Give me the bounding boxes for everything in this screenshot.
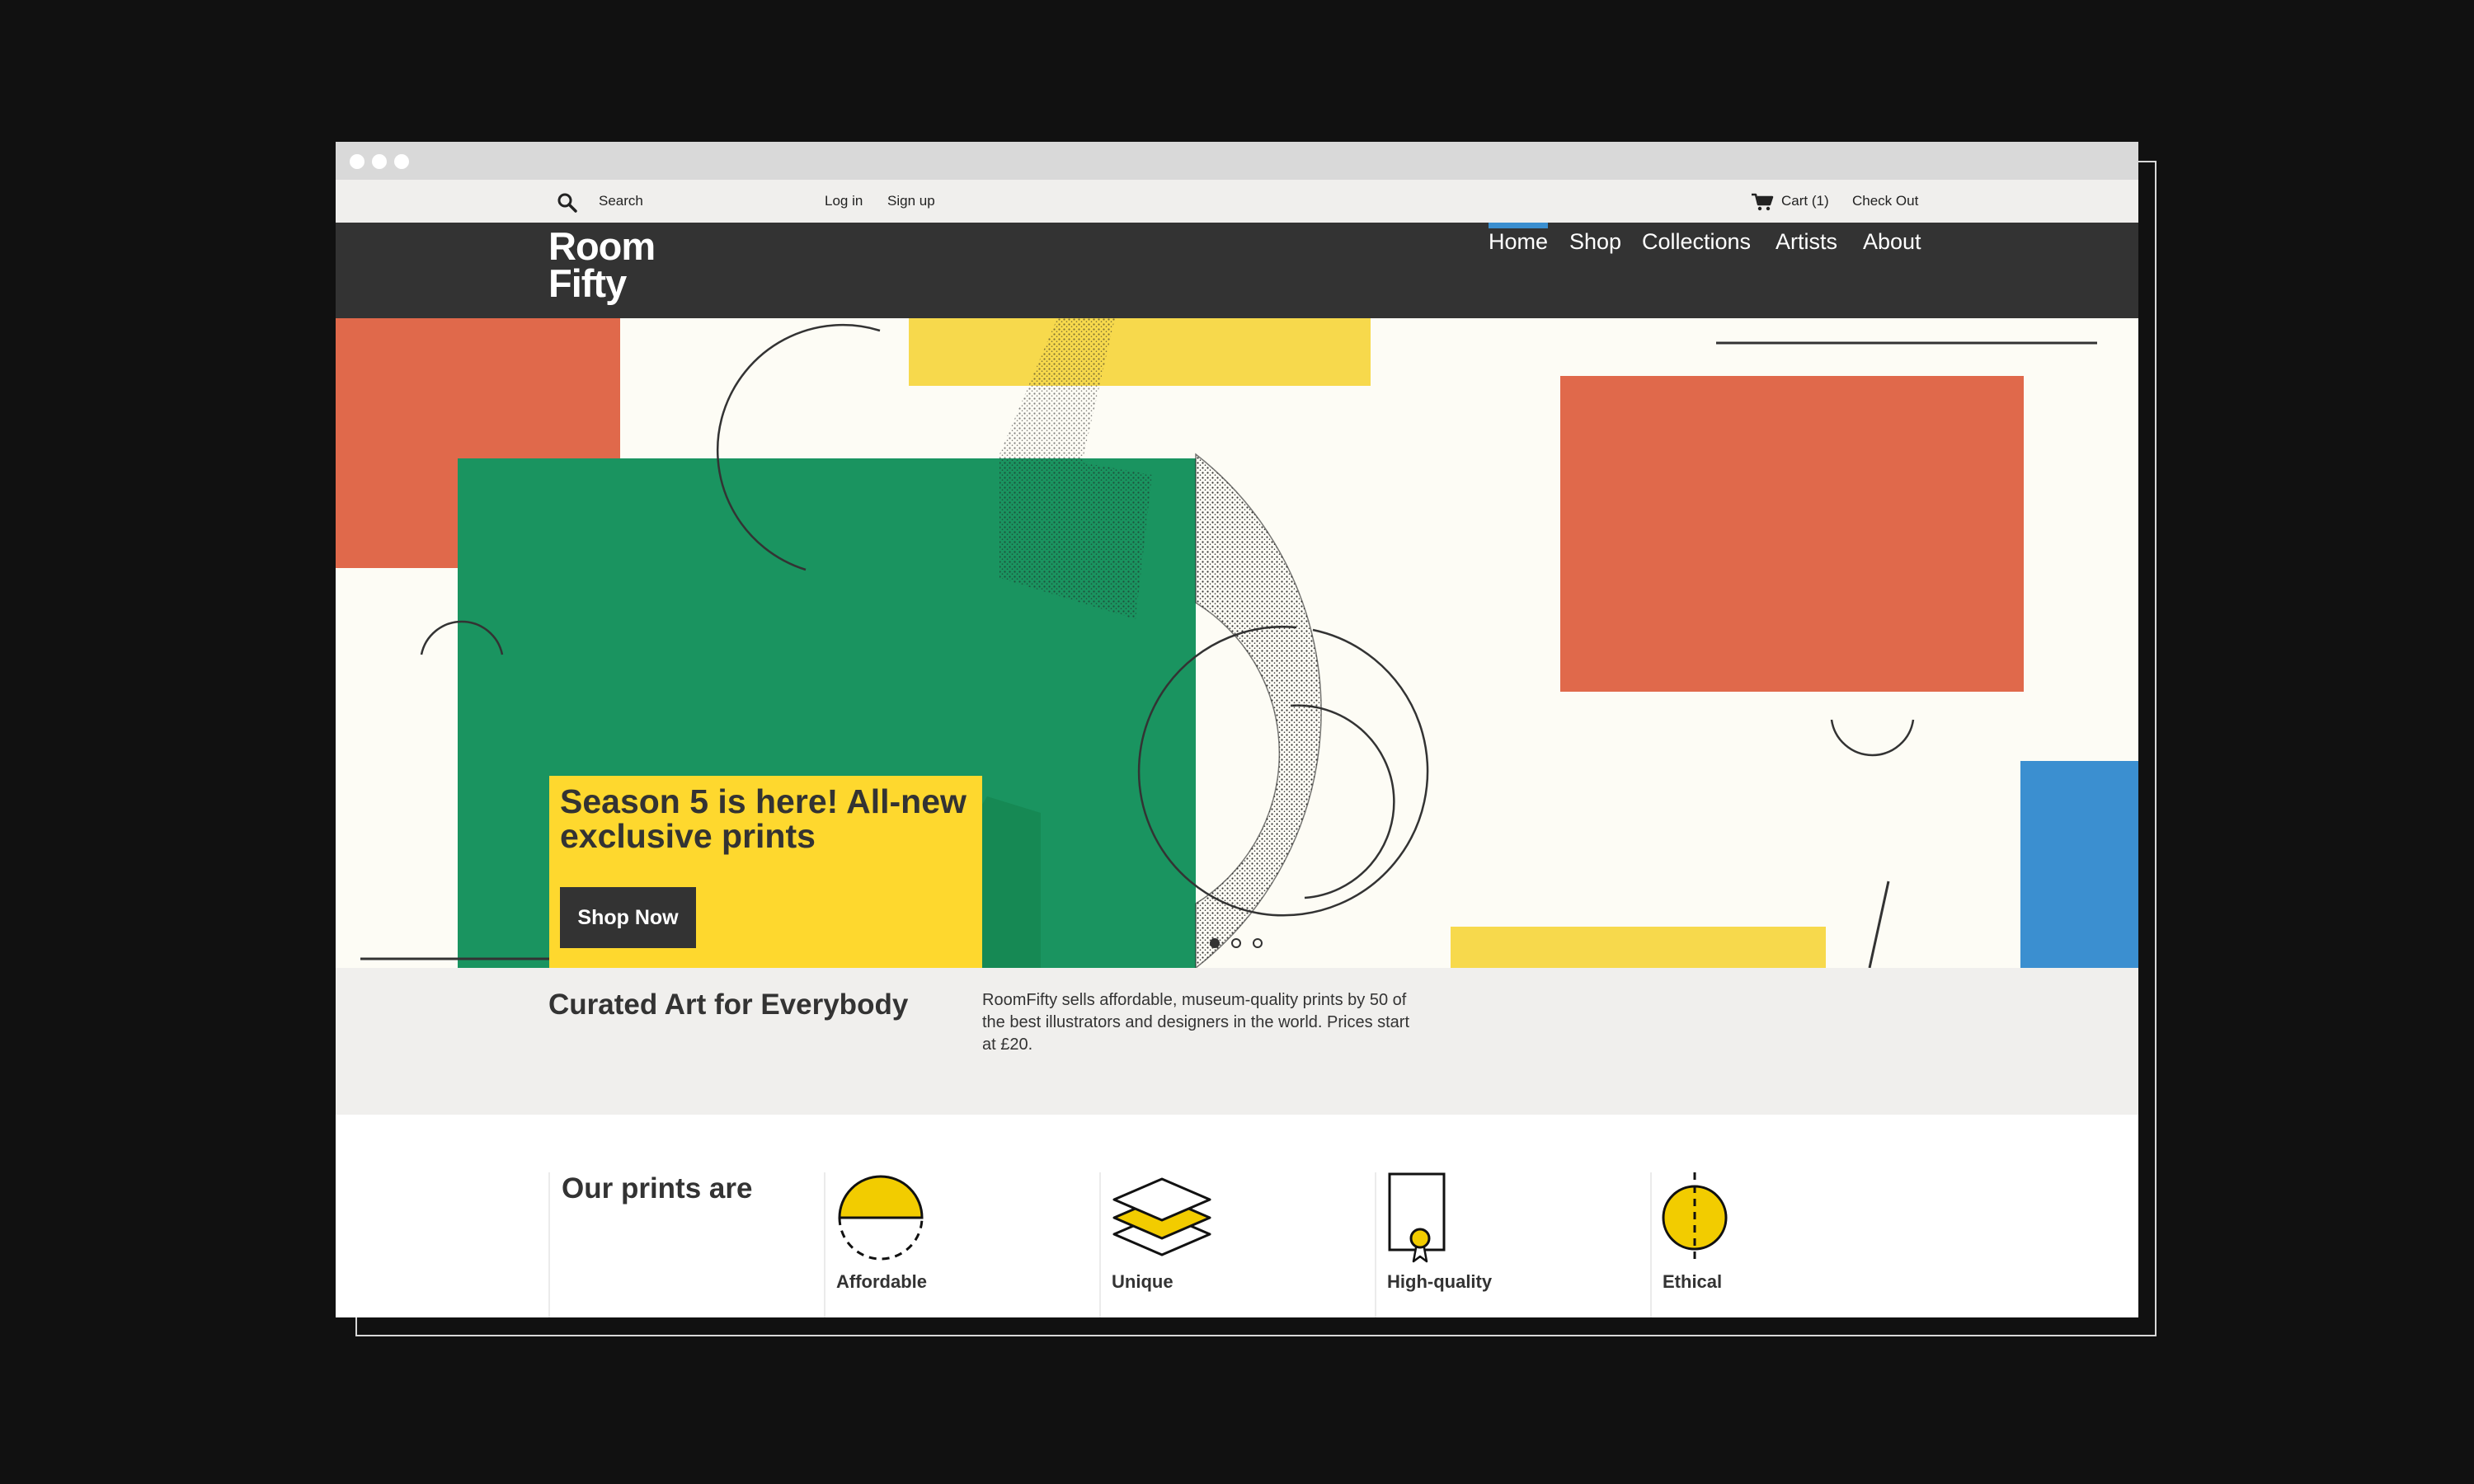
logo-line-1: Room [548,224,656,268]
search-icon[interactable] [557,192,577,213]
window-maximize-button[interactable] [394,154,409,169]
feature-high-quality: High-quality [1375,1172,1650,1317]
nav-about-label: About [1863,229,1921,254]
nav-shop-label: Shop [1569,229,1622,254]
utility-bar: Search Log in Sign up Cart (1) Check Out [336,180,2138,223]
window-close-button[interactable] [350,154,365,169]
cart-link[interactable]: Cart (1) [1781,180,1829,223]
nav-home-label: Home [1489,229,1549,254]
carousel-dot-1[interactable] [1210,938,1220,948]
logo-line-2: Fifty [548,261,627,305]
half-circle-icon [838,1175,924,1261]
carousel-dot-2[interactable] [1231,938,1241,948]
nav-artists-label: Artists [1776,229,1838,254]
features-heading-column: Our prints are [548,1172,824,1317]
stacked-layers-icon [1112,1177,1211,1256]
features-section: Our prints are Affordable Unique High-qu… [336,1115,2138,1317]
window-titlebar [336,142,2138,180]
search-input[interactable]: Search [599,180,643,223]
signup-link[interactable]: Sign up [887,180,935,223]
browser-window: Search Log in Sign up Cart (1) Check Out… [336,142,2138,1317]
feature-label: High-quality [1387,1271,1493,1292]
nav-collections[interactable]: Collections [1642,223,1751,318]
cart-icon[interactable] [1751,192,1774,212]
shop-now-button[interactable]: Shop Now [560,887,696,948]
intro-title: Curated Art for Everybody [548,989,909,1021]
intro-section: Curated Art for Everybody RoomFifty sell… [336,968,2138,1115]
checkout-link[interactable]: Check Out [1852,180,1918,223]
window-minimize-button[interactable] [372,154,387,169]
feature-label: Unique [1112,1271,1174,1292]
balanced-circle-icon [1662,1172,1728,1265]
main-navbar: Room Fifty Home Shop Collections Artists… [336,223,2138,318]
login-link[interactable]: Log in [825,180,863,223]
nav-home[interactable]: Home [1489,223,1549,318]
carousel-dot-3[interactable] [1253,938,1263,948]
features-heading: Our prints are [562,1172,753,1205]
feature-ethical: Ethical [1650,1172,1926,1317]
feature-label: Ethical [1663,1271,1723,1292]
feature-affordable: Affordable [824,1172,1099,1317]
promo-headline: Season 5 is here! All-new exclusive prin… [560,782,967,855]
intro-text: RoomFifty sells affordable, museum-quali… [982,991,1410,1054]
feature-unique: Unique [1099,1172,1375,1317]
promo-card: Season 5 is here! All-new exclusive prin… [549,776,982,968]
nav-shop[interactable]: Shop [1569,223,1621,318]
certificate-icon [1388,1172,1446,1263]
feature-label: Affordable [836,1271,927,1292]
nav-collections-label: Collections [1642,229,1752,254]
nav-artists[interactable]: Artists [1776,223,1837,318]
hero-carousel: Season 5 is here! All-new exclusive prin… [336,318,2138,968]
nav-about[interactable]: About [1863,223,1921,318]
nav-active-indicator [1489,223,1549,228]
brand-logo[interactable]: Room Fifty [548,224,656,305]
